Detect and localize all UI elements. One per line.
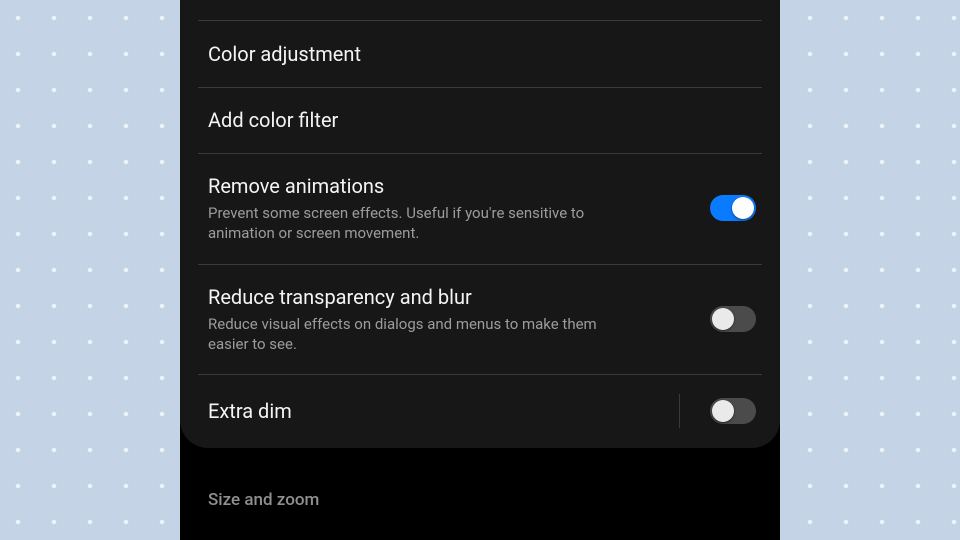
reduce-transparency-toggle[interactable]: [710, 306, 756, 332]
setting-subtitle: Reduce visual effects on dialogs and men…: [208, 314, 638, 355]
setting-row-add-color-filter[interactable]: Add color filter: [180, 87, 780, 153]
toggle-knob: [732, 197, 754, 219]
setting-row-reduce-transparency[interactable]: Reduce transparency and blur Reduce visu…: [180, 264, 780, 375]
setting-texts: Remove animations Prevent some screen ef…: [208, 173, 694, 244]
setting-texts: Add color filter: [208, 107, 756, 133]
toggle-knob: [712, 400, 734, 422]
setting-texts: Color adjustment: [208, 41, 756, 67]
setting-row-color-adjustment[interactable]: Color adjustment: [180, 21, 780, 87]
extra-dim-toggle[interactable]: [710, 398, 756, 424]
setting-texts: Extra dim: [208, 398, 675, 424]
setting-texts: Reduce transparency and blur Reduce visu…: [208, 284, 694, 355]
remove-animations-toggle[interactable]: [710, 195, 756, 221]
setting-title: Remove animations: [208, 173, 694, 199]
setting-title: Reduce transparency and blur: [208, 284, 694, 310]
toggle-knob: [712, 308, 734, 330]
setting-row-extra-dim[interactable]: Extra dim: [180, 374, 780, 448]
wallpaper: Color adjustment Add color filter Remove…: [0, 0, 960, 540]
setting-title: Color adjustment: [208, 41, 756, 67]
section-header-size-and-zoom: Size and zoom: [180, 462, 780, 510]
setting-row-remove-animations[interactable]: Remove animations Prevent some screen ef…: [180, 153, 780, 264]
vertical-separator: [679, 394, 680, 428]
setting-subtitle: Prevent some screen effects. Useful if y…: [208, 203, 638, 244]
setting-title: Extra dim: [208, 398, 675, 424]
visibility-settings-card: Color adjustment Add color filter Remove…: [180, 0, 780, 448]
setting-title: Add color filter: [208, 107, 756, 133]
settings-panel: Color adjustment Add color filter Remove…: [180, 0, 780, 540]
